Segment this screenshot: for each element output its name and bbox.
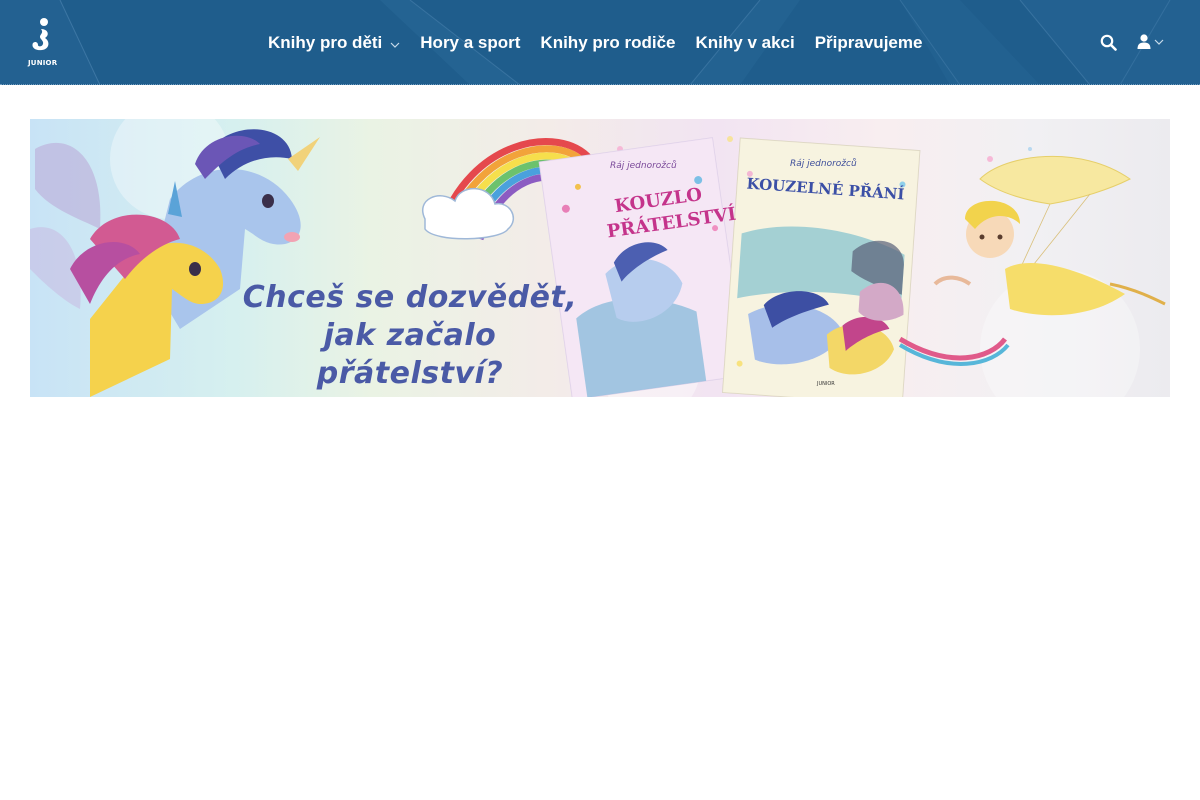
nav-item-label: Připravujeme <box>814 32 923 52</box>
nav-item-label: Knihy pro děti <box>268 32 383 52</box>
nav-item-hory-a-sport[interactable]: Hory a sport <box>410 0 530 84</box>
site-header: JUNIOR Knihy pro děti Hory a sport Knihy… <box>0 0 1200 85</box>
search-button[interactable] <box>1100 34 1117 51</box>
nav-item-label: Knihy pro rodiče <box>540 32 676 52</box>
user-menu-button[interactable] <box>1137 34 1164 50</box>
headline-line-1: Chceš se dozvědět, <box>242 280 578 315</box>
banner-headline: Chceš se dozvědět, jak začalo přátelství… <box>230 279 590 393</box>
promo-banner[interactable]: Chceš se dozvědět, jak začalo přátelství… <box>30 119 1170 397</box>
user-icon <box>1137 34 1151 49</box>
nav-item-knihy-v-akci[interactable]: Knihy v akci <box>686 0 805 84</box>
book2-series: Ráj jednorožců <box>790 159 857 169</box>
nav-item-knihy-pro-rodice[interactable]: Knihy pro rodiče <box>530 0 685 84</box>
logo-text: JUNIOR <box>28 59 58 67</box>
chevron-down-icon <box>1154 39 1164 45</box>
nav-item-pripravujeme[interactable]: Připravujeme <box>805 0 933 84</box>
search-icon <box>1100 34 1117 51</box>
nav-item-label: Knihy v akci <box>695 32 795 52</box>
banner-illustration <box>30 119 1166 397</box>
nav-item-knihy-pro-deti[interactable]: Knihy pro děti <box>258 0 410 84</box>
headline-line-2: jak začalo přátelství? <box>316 318 504 391</box>
book1-series: Ráj jednorožců <box>610 161 677 171</box>
chevron-down-icon <box>390 33 400 53</box>
main-nav: Knihy pro děti Hory a sport Knihy pro ro… <box>258 0 933 84</box>
junior-logo-icon <box>32 18 49 51</box>
nav-item-label: Hory a sport <box>420 32 521 52</box>
book2-publisher: JUNIOR <box>817 381 835 387</box>
junior-logo[interactable]: JUNIOR <box>28 17 58 67</box>
